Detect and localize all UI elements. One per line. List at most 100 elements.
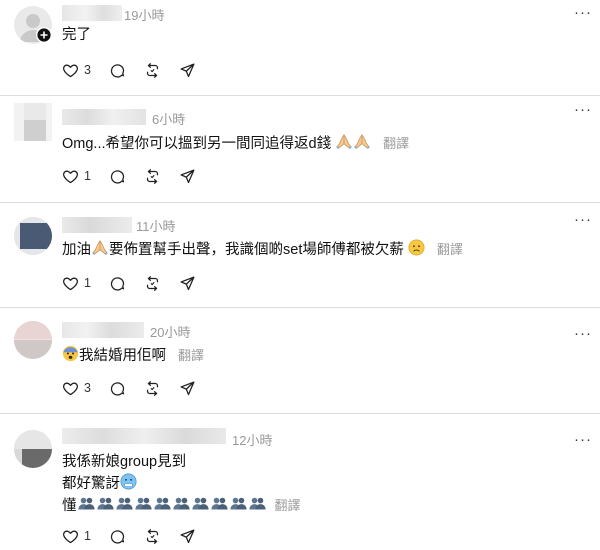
thread-reply: 20小時 ··· 我結婚用佢啊 翻譯 3: [0, 307, 600, 413]
translate-link[interactable]: 翻譯: [178, 348, 204, 363]
sad-face-emoji: [408, 239, 425, 256]
like-count: 1: [84, 276, 91, 290]
heart-icon: [62, 168, 79, 185]
like-count: 1: [84, 529, 91, 543]
heart-icon: [62, 380, 79, 397]
people-silhouette-emoji: [172, 495, 191, 512]
repost-icon: [144, 380, 161, 397]
post-timestamp: 12小時: [232, 433, 273, 448]
action-bar: 1: [62, 273, 214, 293]
like-button[interactable]: 3: [62, 62, 91, 79]
post-text: Omg...希望你可以搵到另一間同追得返d錢 翻譯: [62, 132, 409, 155]
fearful-face-emoji: [62, 345, 79, 362]
people-silhouette-emoji: [96, 495, 115, 512]
action-bar: 3: [62, 60, 214, 80]
repost-button[interactable]: [144, 275, 161, 292]
translate-link[interactable]: 翻譯: [383, 136, 409, 151]
share-icon: [179, 168, 196, 185]
thread-reply: 19小時 ··· 完了 3: [0, 0, 600, 95]
like-count: 3: [84, 381, 91, 395]
reply-button[interactable]: [109, 275, 126, 292]
action-bar: 3: [62, 378, 214, 398]
username-redacted[interactable]: [62, 428, 226, 444]
share-icon: [179, 528, 196, 545]
share-button[interactable]: [179, 168, 196, 185]
repost-button[interactable]: [144, 62, 161, 79]
like-count: 3: [84, 63, 91, 77]
post-text: 我結婚用佢啊 翻譯: [62, 345, 204, 367]
avatar[interactable]: [14, 321, 52, 359]
post-timestamp: 19小時: [124, 8, 165, 23]
people-silhouette-emoji: [153, 495, 172, 512]
people-silhouette-emoji: [248, 495, 267, 512]
heart-icon: [62, 275, 79, 292]
comment-icon: [109, 528, 126, 545]
people-silhouette-emoji: [115, 495, 134, 512]
repost-icon: [144, 528, 161, 545]
comment-icon: [109, 62, 126, 79]
add-badge-icon[interactable]: [36, 27, 52, 43]
repost-icon: [144, 168, 161, 185]
avatar[interactable]: [14, 430, 52, 468]
heart-icon: [62, 62, 79, 79]
like-button[interactable]: 1: [62, 168, 91, 185]
more-icon[interactable]: ···: [574, 326, 592, 341]
action-bar: 1: [62, 526, 214, 546]
username-redacted[interactable]: [62, 109, 146, 125]
people-silhouette-emoji: [134, 495, 153, 512]
repost-icon: [144, 275, 161, 292]
praying-hands-emoji: [353, 132, 371, 150]
translate-link[interactable]: 翻譯: [275, 498, 301, 513]
avatar[interactable]: [14, 103, 52, 141]
more-icon[interactable]: ···: [574, 102, 592, 117]
share-icon: [179, 380, 196, 397]
cold-face-emoji: [120, 473, 137, 490]
praying-hands-emoji: [91, 238, 109, 256]
repost-button[interactable]: [144, 168, 161, 185]
reply-button[interactable]: [109, 168, 126, 185]
more-icon[interactable]: ···: [574, 432, 592, 447]
people-silhouette-emoji: [191, 495, 210, 512]
praying-hands-emoji: [335, 132, 353, 150]
avatar[interactable]: [14, 217, 52, 255]
comment-icon: [109, 168, 126, 185]
username-redacted[interactable]: [62, 5, 122, 21]
thread-reply: 12小時 ··· 我係新娘group見到 都好驚訝 懂翻譯 1: [0, 413, 600, 550]
action-bar: 1: [62, 166, 214, 186]
like-button[interactable]: 1: [62, 275, 91, 292]
share-button[interactable]: [179, 380, 196, 397]
thread-reply: 11小時 ··· 加油 要佈置幫手出聲，我識個啲set場師傅都被欠薪 翻譯 1: [0, 202, 600, 307]
share-button[interactable]: [179, 275, 196, 292]
people-silhouette-emoji: [229, 495, 248, 512]
repost-icon: [144, 62, 161, 79]
post-text: 完了: [62, 27, 91, 43]
like-button[interactable]: 1: [62, 528, 91, 545]
people-silhouette-emoji: [77, 495, 96, 512]
share-icon: [179, 62, 196, 79]
more-icon[interactable]: ···: [574, 212, 592, 227]
thread-reply: 6小時 ··· Omg...希望你可以搵到另一間同追得返d錢 翻譯 1: [0, 95, 600, 202]
repost-button[interactable]: [144, 380, 161, 397]
username-redacted[interactable]: [62, 322, 144, 338]
reply-button[interactable]: [109, 62, 126, 79]
like-button[interactable]: 3: [62, 380, 91, 397]
post-text: 加油 要佈置幫手出聲，我識個啲set場師傅都被欠薪 翻譯: [62, 238, 463, 261]
like-count: 1: [84, 169, 91, 183]
post-timestamp: 6小時: [152, 112, 186, 127]
share-button[interactable]: [179, 528, 196, 545]
comment-icon: [109, 275, 126, 292]
share-button[interactable]: [179, 62, 196, 79]
people-silhouette-emoji: [210, 495, 229, 512]
more-icon[interactable]: ···: [574, 5, 592, 20]
comment-icon: [109, 380, 126, 397]
reply-button[interactable]: [109, 380, 126, 397]
post-timestamp: 11小時: [136, 219, 176, 234]
heart-icon: [62, 528, 79, 545]
post-text: 我係新娘group見到 都好驚訝 懂翻譯: [62, 454, 301, 514]
username-redacted[interactable]: [62, 217, 132, 233]
reply-button[interactable]: [109, 528, 126, 545]
post-timestamp: 20小時: [150, 325, 191, 340]
repost-button[interactable]: [144, 528, 161, 545]
share-icon: [179, 275, 196, 292]
translate-link[interactable]: 翻譯: [437, 242, 463, 257]
